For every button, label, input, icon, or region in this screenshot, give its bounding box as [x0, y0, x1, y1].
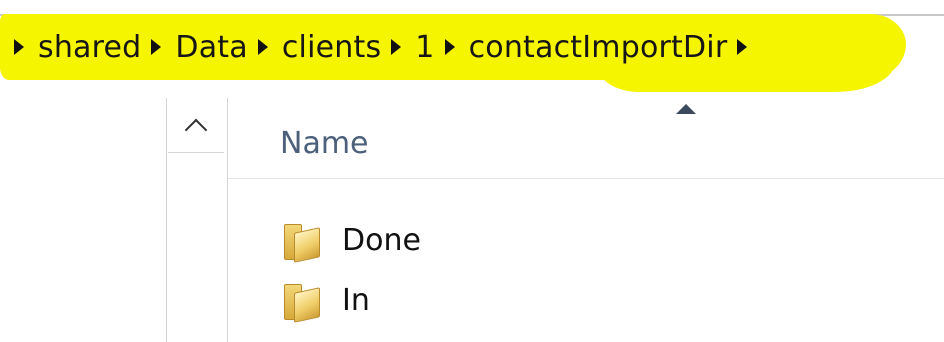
list-item-label: In [342, 282, 370, 318]
breadcrumb-separator-icon[interactable] [151, 39, 162, 55]
list-item[interactable]: Done [280, 210, 421, 270]
list-item[interactable]: In [280, 270, 421, 330]
explorer-window: shared Data clients 1 contactImportDir N… [0, 0, 944, 342]
chevron-up-icon [184, 118, 208, 142]
list-item-label: Done [342, 222, 421, 258]
breadcrumb-item-shared[interactable]: shared [38, 30, 141, 65]
sort-ascending-icon [676, 104, 696, 114]
breadcrumb-item-1[interactable]: 1 [415, 30, 434, 65]
breadcrumb-item-contactimportdir[interactable]: contactImportDir [469, 30, 728, 65]
column-header-label: Name [280, 126, 369, 161]
folder-icon [280, 220, 320, 263]
breadcrumb-item-clients[interactable]: clients [282, 30, 381, 65]
scroll-up-button[interactable] [168, 100, 224, 153]
file-list: Done In [280, 210, 421, 330]
breadcrumb-separator-icon[interactable] [737, 39, 748, 55]
breadcrumb-separator-icon[interactable] [391, 39, 402, 55]
column-header-name[interactable]: Name [228, 114, 944, 179]
breadcrumb: shared Data clients 1 contactImportDir [0, 22, 761, 72]
breadcrumb-separator-icon[interactable] [257, 39, 268, 55]
breadcrumb-separator-icon[interactable] [14, 39, 24, 55]
folder-icon [280, 280, 320, 323]
breadcrumb-item-data[interactable]: Data [175, 30, 247, 65]
breadcrumb-separator-icon[interactable] [444, 39, 455, 55]
